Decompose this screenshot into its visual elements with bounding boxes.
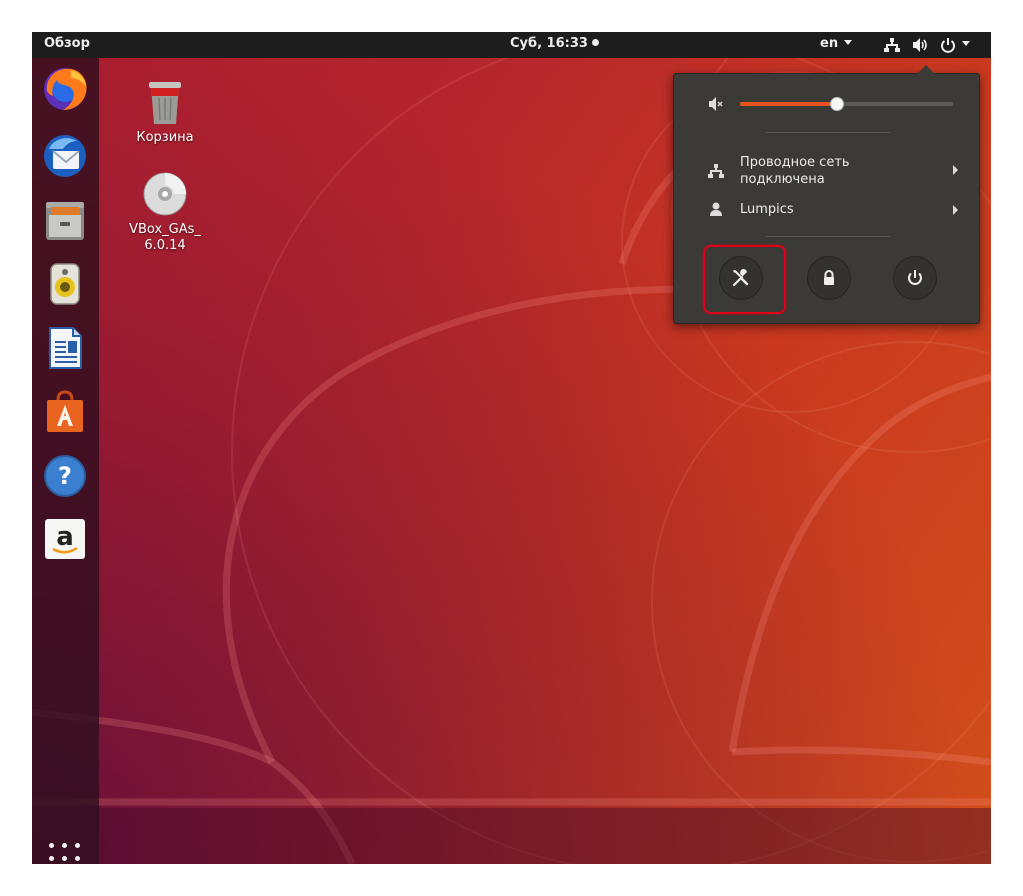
volume-slider-handle[interactable]	[829, 97, 844, 111]
user-label: Lumpics	[740, 202, 794, 217]
rhythmbox-icon[interactable]	[41, 260, 89, 308]
system-menu-chevron-icon[interactable]	[962, 37, 970, 52]
power-icon	[908, 270, 922, 285]
svg-text:a: a	[56, 522, 74, 552]
network-menu-item[interactable]: Проводное сеть подключена	[708, 154, 958, 188]
network-label-line1: Проводное сеть	[740, 155, 850, 170]
language-label: en	[820, 36, 839, 51]
dock: ? a	[32, 58, 99, 864]
chevron-right-icon	[953, 165, 958, 175]
top-bar: Обзор Суб, 16:33 en	[32, 32, 991, 58]
volume-slider[interactable]	[740, 97, 953, 111]
system-menu: Проводное сеть подключена Lumpics	[673, 73, 980, 324]
libreoffice-writer-icon[interactable]	[41, 324, 89, 372]
separator	[766, 236, 890, 237]
network-label-line2: подключена	[740, 172, 825, 187]
cd-disc-icon	[143, 172, 187, 216]
language-selector[interactable]: en	[820, 36, 853, 51]
show-applications-icon[interactable]	[46, 840, 86, 864]
cd-desktop-icon[interactable]: VBox_GAs_ 6.0.14	[123, 170, 207, 254]
clock-button[interactable]: Суб, 16:33	[510, 36, 599, 51]
separator	[766, 132, 890, 133]
trash-label: Корзина	[136, 130, 194, 145]
menu-pointer	[917, 65, 935, 74]
clock-text: Суб, 16:33	[510, 36, 588, 51]
settings-highlight-box	[703, 245, 786, 314]
activities-button[interactable]: Обзор	[44, 36, 90, 51]
cd-label-line2: 6.0.14	[144, 238, 186, 253]
firefox-icon[interactable]	[41, 64, 89, 112]
network-wired-icon	[708, 163, 724, 183]
amazon-icon[interactable]: a	[41, 515, 89, 563]
desktop-screen: Обзор Суб, 16:33 en ? a Корзина VBox_GAs…	[32, 32, 991, 864]
software-center-icon[interactable]	[41, 388, 89, 436]
volume-muted-icon	[708, 96, 724, 116]
help-icon[interactable]: ?	[41, 452, 89, 500]
svg-text:?: ?	[58, 462, 72, 490]
thunderbird-icon[interactable]	[41, 131, 89, 179]
user-menu-item[interactable]: Lumpics	[708, 200, 958, 222]
chevron-down-icon	[844, 40, 853, 45]
power-tray-icon[interactable]	[940, 37, 956, 57]
trash-desktop-icon[interactable]: Корзина	[123, 78, 207, 146]
volume-fill	[740, 102, 836, 106]
files-icon[interactable]	[41, 196, 89, 244]
trash-icon	[149, 82, 181, 124]
lock-button[interactable]	[807, 256, 851, 300]
cd-label-line1: VBox_GAs_	[129, 222, 201, 237]
lock-icon	[824, 270, 834, 285]
bottom-panel-strip	[99, 808, 991, 864]
power-off-button[interactable]	[893, 256, 937, 300]
chevron-right-icon	[953, 205, 958, 215]
volume-tray-icon[interactable]	[912, 37, 930, 57]
notification-dot-icon	[591, 39, 599, 46]
user-icon	[708, 201, 724, 221]
network-tray-icon[interactable]	[884, 37, 900, 57]
